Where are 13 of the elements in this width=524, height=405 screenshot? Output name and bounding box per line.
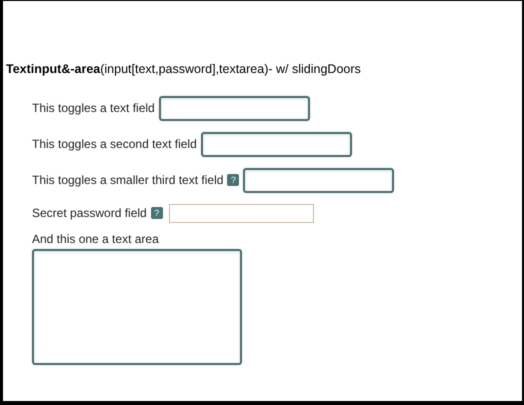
field-label: This toggles a text field <box>32 101 155 115</box>
page-heading: Textinput&-area(input[text,password],textarea)- w/ slidingDoors <box>5 61 362 78</box>
field-label: And this one a text area <box>32 232 159 246</box>
field-label: This toggles a smaller third text field <box>32 173 224 187</box>
field-label: Secret password field <box>32 206 147 220</box>
text-area[interactable] <box>32 249 242 365</box>
text-field[interactable] <box>200 132 352 156</box>
text-field[interactable] <box>158 96 310 120</box>
help-icon[interactable]: ? <box>227 174 240 186</box>
help-icon[interactable]: ? <box>150 207 163 219</box>
field-label: This toggles a second text field <box>32 137 197 151</box>
text-field[interactable] <box>243 168 394 192</box>
password-field[interactable] <box>168 204 314 222</box>
